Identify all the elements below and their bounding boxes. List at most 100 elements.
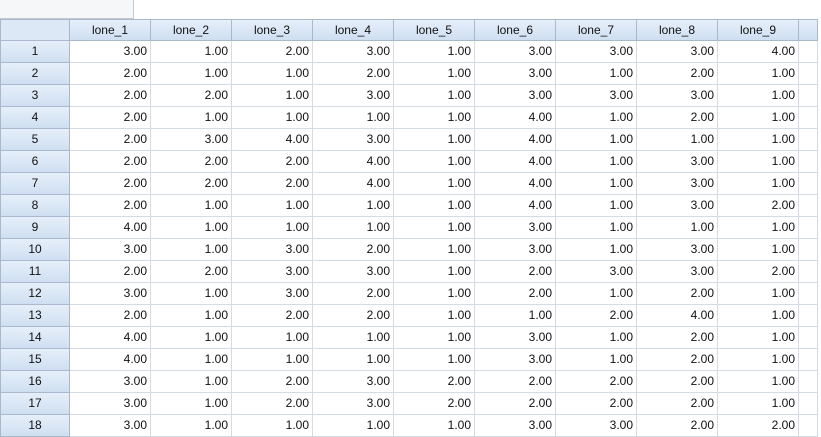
data-cell[interactable]: 2.00 [475, 371, 556, 393]
data-cell[interactable]: 3.00 [70, 415, 151, 437]
data-cell-partial[interactable] [799, 239, 818, 261]
data-cell[interactable]: 3.00 [556, 85, 637, 107]
data-cell-partial[interactable] [799, 107, 818, 129]
cell-value-input[interactable] [134, 0, 821, 18]
data-cell[interactable]: 2.00 [70, 63, 151, 85]
row-header[interactable]: 5 [0, 129, 70, 151]
data-cell[interactable]: 4.00 [70, 327, 151, 349]
data-cell[interactable]: 3.00 [556, 41, 637, 63]
data-cell[interactable]: 1.00 [718, 349, 799, 371]
data-cell[interactable]: 1.00 [232, 85, 313, 107]
data-cell[interactable]: 2.00 [394, 393, 475, 415]
row-header[interactable]: 8 [0, 195, 70, 217]
data-cell[interactable]: 3.00 [232, 239, 313, 261]
data-cell[interactable]: 2.00 [556, 393, 637, 415]
data-cell[interactable]: 1.00 [394, 327, 475, 349]
data-cell[interactable]: 2.00 [637, 415, 718, 437]
row-header[interactable]: 18 [0, 415, 70, 437]
data-cell[interactable]: 3.00 [637, 151, 718, 173]
data-cell[interactable]: 1.00 [637, 129, 718, 151]
data-cell[interactable]: 1.00 [718, 371, 799, 393]
data-cell[interactable]: 1.00 [232, 107, 313, 129]
data-cell[interactable]: 2.00 [637, 63, 718, 85]
data-cell[interactable]: 3.00 [313, 393, 394, 415]
data-cell[interactable]: 1.00 [718, 107, 799, 129]
data-cell[interactable]: 3.00 [475, 217, 556, 239]
data-cell-partial[interactable] [799, 41, 818, 63]
data-cell[interactable]: 3.00 [313, 261, 394, 283]
data-cell-partial[interactable] [799, 327, 818, 349]
column-header[interactable]: lone_5 [394, 19, 475, 41]
data-cell[interactable]: 2.00 [70, 305, 151, 327]
data-cell-partial[interactable] [799, 305, 818, 327]
data-cell-partial[interactable] [799, 393, 818, 415]
data-cell[interactable]: 1.00 [394, 107, 475, 129]
data-cell[interactable]: 2.00 [232, 41, 313, 63]
data-cell[interactable]: 1.00 [151, 371, 232, 393]
data-cell[interactable]: 3.00 [475, 349, 556, 371]
data-cell[interactable]: 1.00 [718, 173, 799, 195]
data-cell[interactable]: 2.00 [232, 305, 313, 327]
data-cell[interactable]: 1.00 [556, 107, 637, 129]
data-cell[interactable]: 3.00 [556, 415, 637, 437]
data-cell[interactable]: 3.00 [313, 129, 394, 151]
data-cell-partial[interactable] [799, 217, 818, 239]
data-cell[interactable]: 4.00 [475, 129, 556, 151]
data-cell[interactable]: 1.00 [394, 173, 475, 195]
data-cell[interactable]: 1.00 [718, 283, 799, 305]
data-cell[interactable]: 1.00 [718, 217, 799, 239]
row-header[interactable]: 1 [0, 41, 70, 63]
data-cell[interactable]: 4.00 [475, 195, 556, 217]
data-cell[interactable]: 1.00 [556, 217, 637, 239]
data-cell[interactable]: 1.00 [313, 195, 394, 217]
data-cell[interactable]: 2.00 [70, 151, 151, 173]
data-cell[interactable]: 2.00 [718, 195, 799, 217]
data-cell[interactable]: 1.00 [394, 239, 475, 261]
data-cell[interactable]: 3.00 [637, 41, 718, 63]
data-cell-partial[interactable] [799, 283, 818, 305]
row-header[interactable]: 12 [0, 283, 70, 305]
data-cell[interactable]: 3.00 [637, 173, 718, 195]
data-cell[interactable]: 1.00 [556, 63, 637, 85]
data-cell[interactable]: 3.00 [70, 371, 151, 393]
data-cell[interactable]: 1.00 [718, 85, 799, 107]
data-cell[interactable]: 4.00 [637, 305, 718, 327]
data-cell[interactable]: 3.00 [70, 239, 151, 261]
data-cell[interactable]: 2.00 [151, 173, 232, 195]
data-cell[interactable]: 1.00 [556, 327, 637, 349]
grid-corner[interactable] [0, 19, 70, 41]
data-cell[interactable]: 1.00 [232, 349, 313, 371]
data-cell[interactable]: 2.00 [556, 371, 637, 393]
data-cell[interactable]: 1.00 [151, 349, 232, 371]
data-cell[interactable]: 1.00 [394, 415, 475, 437]
data-cell[interactable]: 1.00 [394, 151, 475, 173]
data-cell[interactable]: 1.00 [232, 415, 313, 437]
row-header[interactable]: 3 [0, 85, 70, 107]
data-cell[interactable]: 2.00 [637, 371, 718, 393]
data-cell[interactable]: 1.00 [556, 151, 637, 173]
data-cell-partial[interactable] [799, 195, 818, 217]
data-cell[interactable]: 2.00 [718, 415, 799, 437]
row-header[interactable]: 13 [0, 305, 70, 327]
row-header[interactable]: 11 [0, 261, 70, 283]
data-cell[interactable]: 2.00 [475, 283, 556, 305]
data-cell[interactable]: 4.00 [313, 151, 394, 173]
data-cell[interactable]: 1.00 [232, 63, 313, 85]
data-cell-partial[interactable] [799, 85, 818, 107]
data-cell[interactable]: 3.00 [70, 283, 151, 305]
data-cell[interactable]: 1.00 [151, 327, 232, 349]
data-cell[interactable]: 3.00 [475, 41, 556, 63]
data-cell[interactable]: 1.00 [313, 415, 394, 437]
data-cell[interactable]: 1.00 [556, 283, 637, 305]
column-header[interactable]: lone_7 [556, 19, 637, 41]
data-cell[interactable]: 1.00 [313, 107, 394, 129]
data-cell[interactable]: 3.00 [475, 239, 556, 261]
data-cell[interactable]: 4.00 [475, 107, 556, 129]
data-cell[interactable]: 1.00 [475, 305, 556, 327]
data-cell[interactable]: 2.00 [232, 393, 313, 415]
data-cell[interactable]: 2.00 [637, 283, 718, 305]
row-header[interactable]: 7 [0, 173, 70, 195]
data-cell[interactable]: 1.00 [151, 41, 232, 63]
data-cell[interactable]: 1.00 [394, 349, 475, 371]
data-cell[interactable]: 3.00 [637, 261, 718, 283]
